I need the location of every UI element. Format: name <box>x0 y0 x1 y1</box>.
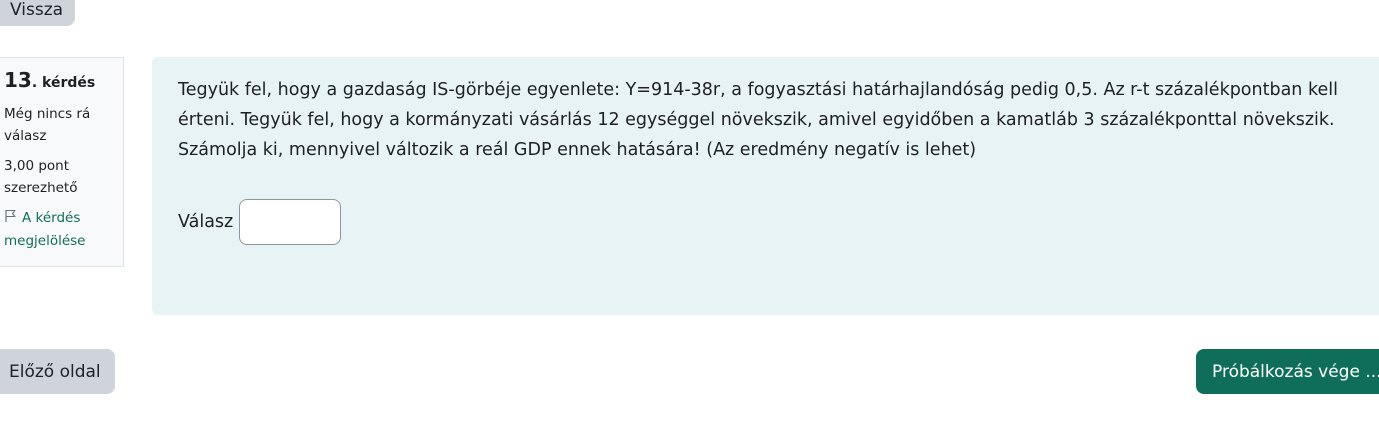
question-content: Tegyük fel, hogy a gazdaság IS-görbéje e… <box>152 57 1379 315</box>
answer-label: Válasz <box>178 212 234 232</box>
question-text: Tegyük fel, hogy a gazdaság IS-görbéje e… <box>178 80 1338 160</box>
finish-attempt-button[interactable]: Próbálkozás vége ... <box>1196 349 1379 394</box>
quiz-page: Vissza 13. kérdés Még nincs rá válasz 3,… <box>0 0 1379 436</box>
question-state: Még nincs rá válasz <box>4 106 91 144</box>
previous-page-button[interactable]: Előző oldal <box>0 349 115 394</box>
question-number: 13. kérdés <box>4 68 119 95</box>
question-number-suffix: . kérdés <box>31 75 96 91</box>
question-number-value: 13 <box>4 68 32 92</box>
back-button[interactable]: Vissza <box>0 0 75 26</box>
answer-row: Válasz <box>178 199 1366 245</box>
answer-input[interactable] <box>239 199 342 245</box>
flag-question-link[interactable]: A kérdés megjelölése <box>4 207 119 253</box>
flag-icon <box>4 208 18 222</box>
question-info-panel: 13. kérdés Még nincs rá válasz 3,00 pont… <box>0 57 124 267</box>
question-grade: 3,00 pont szerezhető <box>4 158 78 196</box>
